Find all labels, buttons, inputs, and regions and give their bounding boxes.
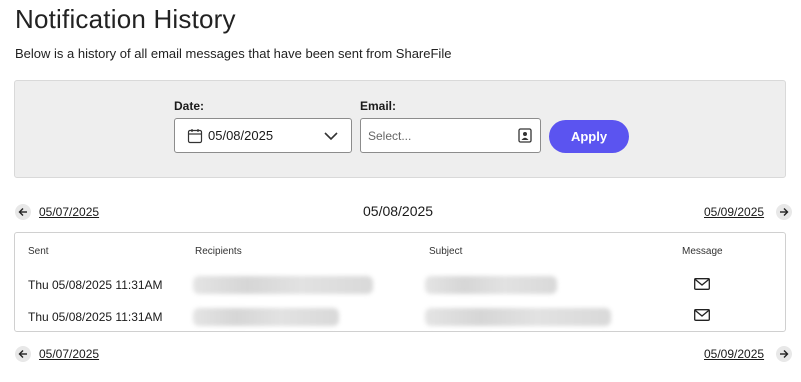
prev-date-link[interactable]: 05/07/2025 (39, 347, 99, 361)
calendar-icon (187, 128, 203, 143)
prev-date-link[interactable]: 05/07/2025 (39, 205, 99, 219)
prev-day-button[interactable] (15, 346, 31, 362)
date-select[interactable]: 05/08/2025 (174, 118, 352, 153)
page-subtitle: Below is a history of all email messages… (15, 46, 452, 61)
subject-cell-redacted (425, 308, 611, 326)
date-navigation-top: 05/07/2025 05/08/2025 05/09/2025 (14, 203, 792, 223)
recipients-cell-redacted (193, 308, 339, 326)
subject-cell-redacted (425, 276, 557, 294)
filter-panel: Date: 05/08/2025 Email: Apply (14, 80, 786, 178)
current-date: 05/08/2025 (363, 203, 434, 219)
page-title: Notification History (15, 4, 236, 34)
column-header-sent: Sent (28, 246, 49, 257)
date-label: Date: (174, 99, 205, 113)
next-day-button[interactable] (776, 204, 792, 220)
next-date-link[interactable]: 05/09/2025 (704, 205, 764, 219)
envelope-icon[interactable] (694, 309, 710, 321)
date-value: 05/08/2025 (208, 128, 274, 143)
column-header-message: Message (682, 246, 723, 257)
column-header-subject: Subject (429, 246, 463, 257)
email-input[interactable] (361, 119, 511, 152)
sent-cell: Thu 05/08/2025 11:31AM (28, 310, 163, 324)
contact-book-icon[interactable] (518, 128, 532, 143)
envelope-icon[interactable] (694, 278, 710, 290)
arrow-left-icon (18, 208, 27, 216)
apply-button[interactable]: Apply (549, 120, 629, 153)
recipients-cell-redacted (193, 276, 373, 294)
column-header-recipients: Recipients (195, 246, 242, 257)
prev-day-button[interactable] (15, 204, 31, 220)
email-field[interactable] (360, 118, 541, 153)
arrow-right-icon (780, 208, 789, 216)
email-label: Email: (360, 99, 397, 113)
next-day-button[interactable] (776, 346, 792, 362)
chevron-down-icon (324, 132, 338, 141)
sent-cell: Thu 05/08/2025 11:31AM (28, 278, 163, 292)
arrow-left-icon (18, 350, 27, 358)
date-navigation-bottom: 05/07/2025 05/09/2025 (14, 345, 792, 365)
arrow-right-icon (780, 350, 789, 358)
next-date-link[interactable]: 05/09/2025 (704, 347, 764, 361)
notification-table: Sent Recipients Subject Message Thu 05/0… (14, 232, 786, 332)
